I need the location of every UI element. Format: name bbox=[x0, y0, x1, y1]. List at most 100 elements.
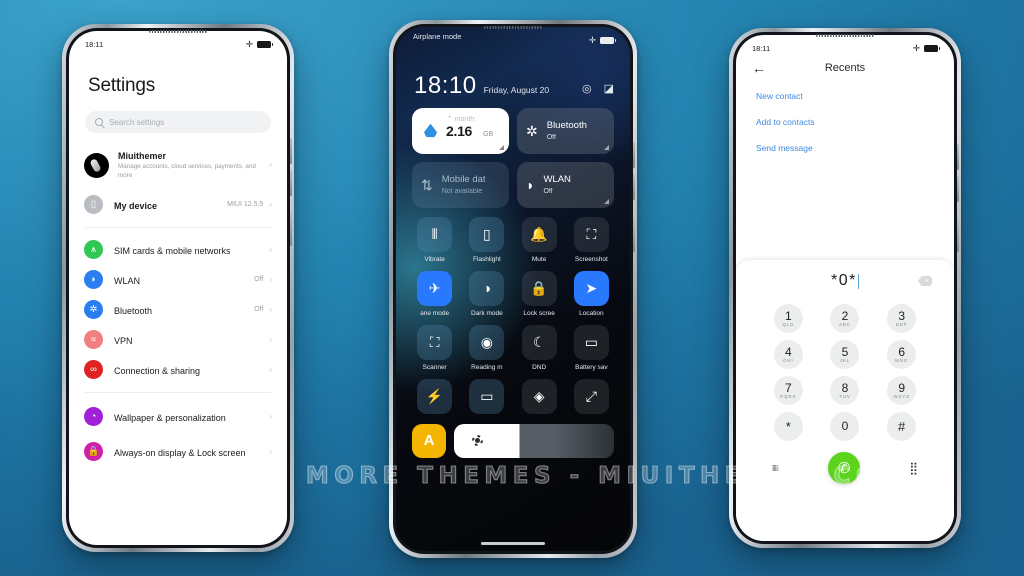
volume-up-button[interactable] bbox=[956, 144, 959, 170]
account-subtitle: Manage accounts, cloud services, payment… bbox=[118, 163, 256, 179]
settings-item-always-on-display[interactable]: 🔒 Always-on display & Lock screen › bbox=[69, 434, 287, 470]
dialer-phone-bezel: 18:11 ✛ ← Recents New contact Add to con… bbox=[733, 32, 959, 544]
toggle-vibrate[interactable]: ⦀ Vibrate bbox=[412, 216, 457, 263]
volume-down-button[interactable] bbox=[956, 176, 959, 202]
toggle-flashlight[interactable]: ▯ Flashlight bbox=[464, 216, 509, 263]
settings-item-vpn[interactable]: ∝ VPN › bbox=[69, 325, 287, 355]
toggle-battery-charge[interactable]: ⚡ bbox=[412, 378, 457, 414]
status-bar: 18:11 ✛ bbox=[69, 31, 287, 53]
settings-item-bluetooth[interactable]: ✲ Bluetooth Off › bbox=[69, 295, 287, 325]
volume-up-button[interactable] bbox=[289, 138, 292, 164]
dial-key-3[interactable]: 3 DEF bbox=[887, 304, 917, 333]
tile-mobile-data[interactable]: ⇅ Mobile dat Not available bbox=[412, 161, 509, 208]
rotate-screen-icon: ⤢ bbox=[573, 378, 609, 414]
cast-screen-icon: ▭ bbox=[469, 378, 505, 414]
moon-icon: ☾ bbox=[521, 324, 557, 360]
sidebar-item-account[interactable]: Miuithemer Manage accounts, cloud servic… bbox=[69, 141, 287, 190]
control-center-phone-bezel: ✛ Airplane mode 18:10 Friday, August 20 … bbox=[393, 24, 635, 554]
volume-down-button[interactable] bbox=[632, 174, 635, 200]
link-send-message[interactable]: Send message bbox=[756, 143, 954, 153]
dial-key-8[interactable]: 8 TUV bbox=[830, 376, 860, 405]
tile-wlan[interactable]: ◗ WLAN Off bbox=[517, 161, 614, 208]
toggle-battery-saver[interactable]: ▭ Battery sav bbox=[569, 324, 614, 371]
account-name: Miuithemer bbox=[118, 151, 167, 161]
toggle-screenshot[interactable]: ⛶ Screenshot bbox=[569, 216, 614, 263]
divider bbox=[85, 391, 271, 393]
edit-icon[interactable]: ◪ bbox=[604, 83, 614, 95]
settings-item-connection-sharing[interactable]: ∞ Connection & sharing › bbox=[69, 355, 287, 385]
menu-icon[interactable]: ≡ bbox=[772, 462, 779, 474]
call-button[interactable]: ✆ bbox=[828, 452, 861, 484]
link-add-to-contacts[interactable]: Add to contacts bbox=[756, 117, 954, 127]
toggle-reading-mode[interactable]: ◉ Reading m bbox=[464, 324, 509, 371]
key-letters: WXYZ bbox=[893, 393, 910, 399]
settings-item-sim-cards[interactable]: ⩚ SIM cards & mobile networks › bbox=[69, 235, 287, 265]
earpiece-grille bbox=[484, 26, 542, 29]
power-button[interactable] bbox=[632, 218, 635, 252]
toggle-location[interactable]: ➤ Location bbox=[569, 270, 614, 317]
scanner-icon: ⛶ bbox=[417, 324, 453, 360]
settings-item-my-device[interactable]: ▯ My device MIUI 12.5.5 › bbox=[69, 190, 287, 220]
battery-icon bbox=[257, 40, 274, 48]
dial-key-star[interactable]: * bbox=[773, 412, 803, 441]
chevron-right-icon: › bbox=[269, 334, 272, 344]
settings-gear-icon[interactable]: ◎ bbox=[582, 83, 592, 95]
key-digit: 4 bbox=[784, 344, 792, 359]
auto-brightness-button[interactable]: A bbox=[412, 423, 446, 458]
toggle-contrast[interactable]: ◈ bbox=[517, 378, 562, 414]
number-input-row[interactable]: *0* × bbox=[736, 260, 954, 302]
toggle-dnd[interactable]: ☾ DND bbox=[517, 324, 562, 371]
toggle-label: Dark mode bbox=[470, 309, 503, 317]
power-button[interactable] bbox=[289, 212, 292, 246]
control-center-screen: ✛ Airplane mode 18:10 Friday, August 20 … bbox=[396, 27, 630, 551]
settings-item-wlan[interactable]: ◗ WLAN Off › bbox=[69, 265, 287, 295]
tile-data-usage[interactable]: ⌃ month 2.16 GB bbox=[412, 107, 509, 154]
tile-bluetooth[interactable]: ✲ Bluetooth Off bbox=[517, 107, 614, 154]
dial-key-9[interactable]: 9 WXYZ bbox=[887, 376, 917, 405]
toggle-cast[interactable]: ▭ bbox=[464, 378, 509, 414]
power-button[interactable] bbox=[956, 218, 959, 252]
chevron-right-icon: › bbox=[269, 160, 272, 170]
dial-key-1[interactable]: 1 QLD bbox=[773, 304, 803, 333]
keypad-icon[interactable]: ⣿ bbox=[909, 462, 918, 474]
settings-item-label: Connection & sharing bbox=[114, 365, 201, 376]
status-time: 18:11 bbox=[85, 39, 104, 49]
dial-key-4[interactable]: 4 GHI bbox=[773, 340, 803, 369]
expand-corner-icon[interactable] bbox=[499, 144, 504, 150]
toggle-scanner[interactable]: ⛶ Scanner bbox=[412, 324, 457, 371]
dial-key-5[interactable]: 5 JKL bbox=[830, 340, 860, 369]
toggle-airplane-mode[interactable]: ✈ ane mode bbox=[412, 270, 457, 317]
status-bar: 18:11 ✛ bbox=[736, 35, 954, 57]
search-input[interactable]: Search settings bbox=[85, 111, 271, 133]
toggle-rotate[interactable]: ⤢ bbox=[569, 378, 614, 414]
dark-mode-icon: ◑ bbox=[469, 270, 505, 306]
dial-key-7[interactable]: 7 PQRS bbox=[773, 376, 803, 405]
dial-key-0[interactable]: 0 bbox=[830, 412, 860, 441]
bluetooth-icon: ✲ bbox=[526, 122, 538, 139]
back-arrow-icon[interactable]: ← bbox=[752, 61, 766, 75]
toggle-dark-mode[interactable]: ◑ Dark mode bbox=[464, 270, 509, 317]
toggle-label: DND bbox=[532, 363, 547, 371]
dial-key-hash[interactable]: # bbox=[887, 412, 917, 441]
earpiece-grille bbox=[149, 30, 207, 33]
home-indicator[interactable] bbox=[481, 542, 545, 545]
brightness-slider[interactable] bbox=[454, 423, 614, 458]
vpn-icon: ∝ bbox=[84, 330, 103, 350]
toggle-label: Battery sav bbox=[575, 363, 608, 371]
dial-key-6[interactable]: 6 MNO bbox=[887, 340, 917, 369]
toggle-mute[interactable]: 🔔 Mute bbox=[517, 216, 562, 263]
chevron-right-icon: › bbox=[269, 274, 272, 284]
volume-up-button[interactable] bbox=[632, 142, 635, 168]
tile-state: Off bbox=[543, 187, 553, 195]
dial-key-2[interactable]: 2 ABC bbox=[830, 304, 860, 333]
screenshot-icon: ⛶ bbox=[573, 216, 609, 252]
link-new-contact[interactable]: New contact bbox=[756, 91, 954, 101]
backspace-icon[interactable]: × bbox=[918, 276, 932, 286]
water-drop-icon bbox=[424, 123, 437, 138]
expand-corner-icon[interactable] bbox=[604, 198, 609, 204]
key-digit: 8 bbox=[841, 380, 849, 395]
expand-corner-icon[interactable] bbox=[604, 144, 609, 150]
settings-item-wallpaper[interactable]: ◔ Wallpaper & personalization › bbox=[69, 400, 287, 434]
toggle-lock-screen[interactable]: 🔒 Lock scree bbox=[517, 270, 562, 317]
volume-down-button[interactable] bbox=[289, 170, 292, 196]
